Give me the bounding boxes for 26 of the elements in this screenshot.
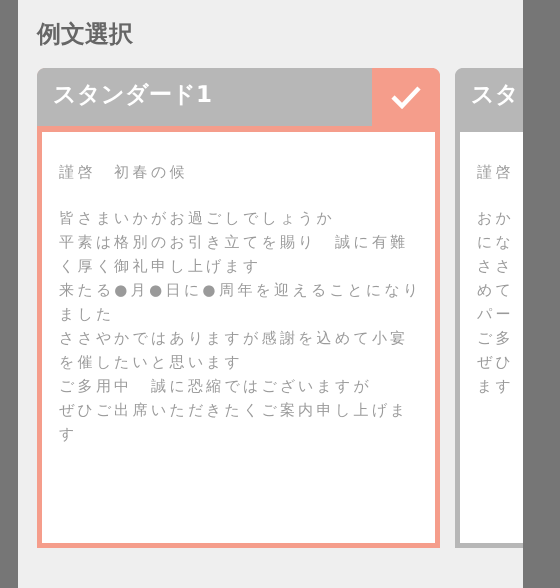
letter-text-line: ささ bbox=[477, 256, 514, 277]
letter-text-line: 謹啓 bbox=[477, 162, 514, 183]
template-card[interactable]: スタンダード1 謹啓 初春の候 皆さまいかがお過ごしでしょうか 平素は格別のお引き立てを賜り 誠に有難 く厚く御礼申し上げます 来たる●月●日に●周年を迎えることになり ました ささやかではありますが感謝を込めて小宴 を催したいと思います ご多用中 誠に恐縮ではございますが ぜひご出席いただきたくご案内申し上げま す bbox=[37, 68, 440, 548]
letter-text-line: く厚く御礼申し上げます bbox=[59, 256, 262, 277]
letter-text-line: 謹啓 初春の候 bbox=[59, 162, 188, 183]
letter-text-line: ぜひ bbox=[477, 352, 514, 373]
checkmark-icon bbox=[390, 85, 422, 109]
letter-text-line: を催したいと思います bbox=[59, 352, 243, 373]
letter-text-line: ました bbox=[59, 304, 114, 325]
letter-text-line: ぜひご出席いただきたくご案内申し上げま bbox=[59, 400, 409, 421]
letter-text-line: めて bbox=[477, 280, 514, 301]
letter-text-line: ます bbox=[477, 376, 514, 397]
letter-text-line: 来たる●月●日に●周年を迎えることになり bbox=[59, 280, 422, 301]
template-card[interactable]: スタ 謹啓 おか にな ささ めて パー ご多 ぜひ ます bbox=[455, 68, 523, 548]
letter-text-line: ささやかではありますが感謝を込めて小宴 bbox=[59, 328, 409, 349]
letter-text-line: おか bbox=[477, 208, 514, 229]
letter-text-line: す bbox=[59, 424, 78, 445]
card-title: スタンダード1 bbox=[52, 81, 214, 110]
letter-text-line: にな bbox=[477, 232, 514, 253]
letter-text-line: ご多用中 誠に恐縮ではございますが bbox=[59, 376, 372, 397]
page-title: 例文選択 bbox=[36, 19, 134, 50]
card-title: スタ bbox=[470, 81, 520, 110]
letter-text-line: パー bbox=[477, 304, 514, 325]
letter-text-line: ご多 bbox=[477, 328, 514, 349]
letter-text-line: 平素は格別のお引き立てを賜り 誠に有難 bbox=[59, 232, 409, 253]
letter-text-line: 皆さまいかがお過ごしでしょうか bbox=[59, 208, 335, 229]
